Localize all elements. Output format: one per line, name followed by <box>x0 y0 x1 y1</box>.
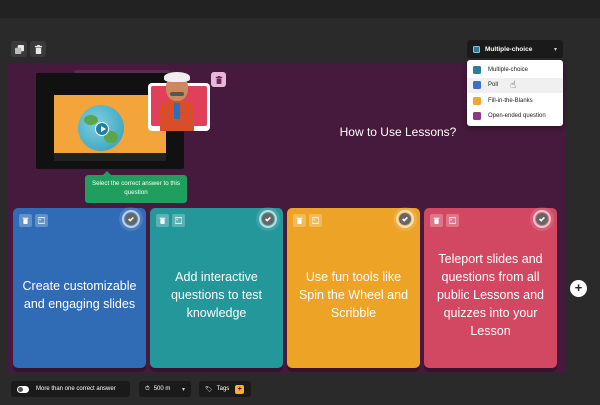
dropdown-item-label: Fill-in-the-Blanks <box>488 97 533 104</box>
top-bar <box>0 0 600 18</box>
dropdown-item-label: Poll <box>488 82 499 89</box>
answer-option-text[interactable]: Create customizable and engaging slides <box>21 232 138 358</box>
mark-correct-button[interactable] <box>396 210 414 228</box>
add-image-button[interactable] <box>172 214 185 227</box>
trash-icon <box>22 217 29 224</box>
hand-cursor-icon: ☝ <box>510 79 517 91</box>
time-limit-value: 500 m <box>153 386 171 392</box>
teacher-hair <box>164 72 190 82</box>
trash-icon <box>159 217 166 224</box>
play-icon[interactable] <box>95 122 109 136</box>
teacher-mustache <box>170 92 184 96</box>
time-limit-select[interactable]: ⏱ 500 m ▾ <box>139 381 191 397</box>
question-type-select[interactable]: Multiple-choice ▾ <box>467 40 563 58</box>
fill-in-blanks-icon <box>473 96 481 105</box>
delete-question-button[interactable] <box>30 41 46 57</box>
checkmark-icon <box>128 216 134 222</box>
poll-icon <box>473 81 481 90</box>
multi-correct-toggle[interactable]: More than one correct answer <box>11 381 130 397</box>
checkmark-icon <box>265 216 271 222</box>
trash-icon <box>34 44 42 54</box>
answer-option-text[interactable]: Add interactive questions to test knowle… <box>158 232 275 358</box>
dropdown-item-multiple-choice[interactable]: Multiple-choice <box>467 62 563 78</box>
video-controls <box>54 153 166 161</box>
chevron-down-icon: ▾ <box>181 386 185 393</box>
teacher-tie <box>174 103 180 119</box>
answer-option-text[interactable]: Use fun tools like Spin the Wheel and Sc… <box>295 232 412 358</box>
add-image-button[interactable] <box>309 214 322 227</box>
add-image-button[interactable] <box>446 214 459 227</box>
stopwatch-icon: ⏱ <box>145 385 150 392</box>
dropdown-item-open-ended[interactable]: Open-ended question <box>467 109 563 125</box>
tags-label: Tags <box>216 386 230 392</box>
dropdown-item-label: Multiple-choice <box>488 66 529 73</box>
mark-correct-button[interactable] <box>259 210 277 228</box>
mark-correct-button[interactable] <box>122 210 140 228</box>
image-icon <box>312 217 319 224</box>
question-text[interactable]: How to Use Lessons? <box>268 125 528 139</box>
dropdown-item-poll[interactable]: Poll ☝ <box>467 77 563 93</box>
dropdown-item-label: Open-ended question <box>488 113 546 120</box>
multi-correct-label: More than one correct answer <box>36 386 116 392</box>
add-tag-icon[interactable]: + <box>235 384 245 394</box>
add-image-button[interactable] <box>35 214 48 227</box>
checkmark-icon <box>539 216 545 222</box>
multiple-choice-icon <box>473 65 481 74</box>
delete-media-button[interactable] <box>211 72 226 87</box>
mark-correct-button[interactable] <box>533 210 551 228</box>
trash-icon <box>215 75 222 84</box>
answer-option-2[interactable]: Add interactive questions to test knowle… <box>150 208 283 368</box>
delete-option-button[interactable] <box>430 214 443 227</box>
add-option-button[interactable]: + <box>570 280 587 297</box>
image-icon <box>449 217 456 224</box>
dropdown-item-fill-in-the-blanks[interactable]: Fill-in-the-Blanks <box>467 93 563 109</box>
answer-option-1[interactable]: Create customizable and engaging slides <box>13 208 146 368</box>
correct-answer-tooltip: Select the correct answer to this questi… <box>85 171 187 203</box>
duplicate-button[interactable] <box>11 41 27 57</box>
chevron-down-icon: ▾ <box>553 46 557 53</box>
delete-option-button[interactable] <box>293 214 306 227</box>
image-icon <box>38 217 45 224</box>
delete-option-button[interactable] <box>19 214 32 227</box>
question-type-icon <box>473 45 480 53</box>
question-type-selected: Multiple-choice <box>485 45 533 53</box>
trash-icon <box>433 217 440 224</box>
answer-option-3[interactable]: Use fun tools like Spin the Wheel and Sc… <box>287 208 420 368</box>
answer-option-text[interactable]: Teleport slides and questions from all p… <box>432 232 549 358</box>
toggle-switch-icon[interactable] <box>17 385 29 393</box>
question-type-dropdown: Multiple-choice Poll ☝ Fill-in-the-Blank… <box>467 60 563 126</box>
open-ended-icon <box>473 112 481 121</box>
tag-icon: 🏷 <box>205 386 213 393</box>
answer-option-4[interactable]: Teleport slides and questions from all p… <box>424 208 557 368</box>
trash-icon <box>296 217 303 224</box>
question-settings-bar: More than one correct answer ⏱ 500 m ▾ 🏷… <box>0 376 600 405</box>
image-icon <box>175 217 182 224</box>
copy-icon <box>14 44 24 54</box>
checkmark-icon <box>402 216 408 222</box>
delete-option-button[interactable] <box>156 214 169 227</box>
tags-button[interactable]: 🏷 Tags + <box>199 381 251 397</box>
